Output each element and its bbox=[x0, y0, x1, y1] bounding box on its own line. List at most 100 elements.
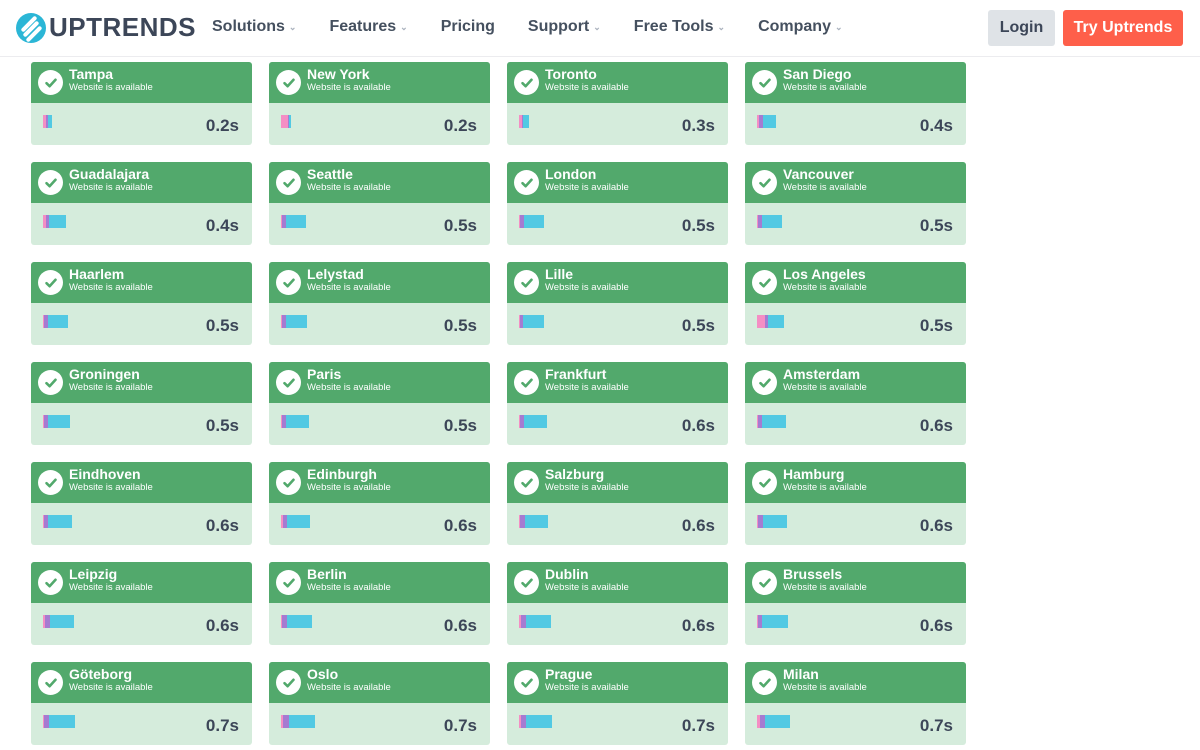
nav-item-label: Solutions bbox=[212, 18, 285, 35]
response-time-bar bbox=[519, 615, 551, 628]
checkpoint-card[interactable]: Seattle Website is available 0.5s bbox=[269, 162, 490, 245]
checkpoint-card[interactable]: Guadalajara Website is available 0.4s bbox=[31, 162, 252, 245]
check-circle-icon bbox=[514, 370, 539, 395]
try-uptrends-button[interactable]: Try Uptrends bbox=[1063, 10, 1183, 46]
checkpoint-card[interactable]: Edinburgh Website is available 0.6s bbox=[269, 462, 490, 545]
bar-segment-download bbox=[523, 315, 544, 328]
checkpoint-city: Paris bbox=[307, 366, 342, 383]
checkpoint-card[interactable]: Amsterdam Website is available 0.6s bbox=[745, 362, 966, 445]
card-body: 0.5s bbox=[745, 203, 966, 245]
bar-segment-dns bbox=[757, 315, 765, 328]
card-body: 0.6s bbox=[507, 503, 728, 545]
check-circle-icon bbox=[752, 570, 777, 595]
brand-logo[interactable]: UPTRENDS bbox=[16, 12, 196, 43]
checkpoint-card[interactable]: Groningen Website is available 0.5s bbox=[31, 362, 252, 445]
card-header: Eindhoven Website is available bbox=[31, 462, 252, 503]
checkpoint-card[interactable]: Salzburg Website is available 0.6s bbox=[507, 462, 728, 545]
card-title-block: New York Website is available bbox=[307, 67, 391, 93]
checkpoint-card[interactable]: Haarlem Website is available 0.5s bbox=[31, 262, 252, 345]
checkpoint-card[interactable]: Toronto Website is available 0.3s bbox=[507, 62, 728, 145]
checkpoint-card[interactable]: Tampa Website is available 0.2s bbox=[31, 62, 252, 145]
card-body: 0.6s bbox=[745, 503, 966, 545]
checkpoint-card[interactable]: Vancouver Website is available 0.5s bbox=[745, 162, 966, 245]
checkpoint-status: Website is available bbox=[545, 82, 629, 94]
checkpoint-card[interactable]: Berlin Website is available 0.6s bbox=[269, 562, 490, 645]
check-circle-icon bbox=[276, 670, 301, 695]
card-title-block: Amsterdam Website is available bbox=[783, 367, 867, 393]
checkpoint-card[interactable]: Prague Website is available 0.7s bbox=[507, 662, 728, 745]
card-header: Göteborg Website is available bbox=[31, 662, 252, 703]
nav-item-features[interactable]: Features ⌄ bbox=[329, 18, 407, 36]
checkpoint-card[interactable]: Oslo Website is available 0.7s bbox=[269, 662, 490, 745]
response-time: 0.6s bbox=[205, 516, 239, 535]
card-title-block: Frankfurt Website is available bbox=[545, 367, 629, 393]
checkpoint-card[interactable]: San Diego Website is available 0.4s bbox=[745, 62, 966, 145]
card-title-block: Milan Website is available bbox=[783, 667, 867, 693]
card-header: Amsterdam Website is available bbox=[745, 362, 966, 403]
nav-item-pricing[interactable]: Pricing bbox=[441, 18, 495, 36]
response-time: 0.5s bbox=[681, 216, 715, 235]
checkpoint-status: Website is available bbox=[69, 282, 153, 294]
checkpoint-card[interactable]: Los Angeles Website is available 0.5s bbox=[745, 262, 966, 345]
card-header: Edinburgh Website is available bbox=[269, 462, 490, 503]
checkpoint-status: Website is available bbox=[307, 382, 391, 394]
card-body: 0.7s bbox=[31, 703, 252, 745]
checkpoint-status: Website is available bbox=[545, 382, 629, 394]
bar-segment-download bbox=[526, 615, 551, 628]
check-circle-icon bbox=[276, 270, 301, 295]
checkpoint-grid: Tampa Website is available 0.2s New York… bbox=[31, 62, 966, 745]
bar-segment-download bbox=[763, 515, 787, 528]
nav-item-company[interactable]: Company ⌄ bbox=[758, 18, 842, 36]
nav-item-free-tools[interactable]: Free Tools ⌄ bbox=[634, 18, 725, 36]
response-time: 0.2s bbox=[205, 116, 239, 135]
bar-segment-download bbox=[48, 415, 70, 428]
response-time-bar bbox=[519, 415, 547, 428]
response-time-bar bbox=[757, 315, 784, 328]
card-header: New York Website is available bbox=[269, 62, 490, 103]
card-body: 0.6s bbox=[269, 503, 490, 545]
card-header: Leipzig Website is available bbox=[31, 562, 252, 603]
card-body: 0.7s bbox=[507, 703, 728, 745]
checkpoint-card[interactable]: Göteborg Website is available 0.7s bbox=[31, 662, 252, 745]
card-title-block: Tampa Website is available bbox=[69, 67, 153, 93]
response-time: 0.6s bbox=[681, 416, 715, 435]
card-header: Frankfurt Website is available bbox=[507, 362, 728, 403]
checkpoint-card[interactable]: New York Website is available 0.2s bbox=[269, 62, 490, 145]
card-header: Vancouver Website is available bbox=[745, 162, 966, 203]
checkpoint-card[interactable]: Dublin Website is available 0.6s bbox=[507, 562, 728, 645]
checkpoint-status: Website is available bbox=[783, 282, 867, 294]
checkpoint-card[interactable]: Leipzig Website is available 0.6s bbox=[31, 562, 252, 645]
card-body: 0.5s bbox=[507, 203, 728, 245]
bar-segment-download bbox=[523, 115, 529, 128]
nav-item-solutions[interactable]: Solutions ⌄ bbox=[212, 18, 296, 36]
card-body: 0.7s bbox=[269, 703, 490, 745]
checkpoint-card[interactable]: Hamburg Website is available 0.6s bbox=[745, 462, 966, 545]
response-time-bar bbox=[519, 515, 548, 528]
nav-item-support[interactable]: Support ⌄ bbox=[528, 18, 601, 36]
response-time-bar bbox=[43, 115, 52, 128]
login-button[interactable]: Login bbox=[988, 10, 1055, 46]
checkpoint-city: Tampa bbox=[69, 66, 114, 83]
response-time: 0.5s bbox=[443, 316, 477, 335]
checkpoint-card[interactable]: Brussels Website is available 0.6s bbox=[745, 562, 966, 645]
check-circle-icon bbox=[276, 470, 301, 495]
checkpoint-city: Brussels bbox=[783, 566, 843, 583]
checkpoint-status: Website is available bbox=[307, 582, 391, 594]
bar-segment-download bbox=[526, 715, 552, 728]
response-time: 0.7s bbox=[919, 716, 953, 735]
checkpoint-card[interactable]: Frankfurt Website is available 0.6s bbox=[507, 362, 728, 445]
checkpoint-card[interactable]: Paris Website is available 0.5s bbox=[269, 362, 490, 445]
bar-segment-download bbox=[286, 415, 309, 428]
checkpoint-card[interactable]: Milan Website is available 0.7s bbox=[745, 662, 966, 745]
card-header: Guadalajara Website is available bbox=[31, 162, 252, 203]
card-header: Haarlem Website is available bbox=[31, 262, 252, 303]
checkpoint-card[interactable]: Eindhoven Website is available 0.6s bbox=[31, 462, 252, 545]
bar-segment-dns bbox=[281, 115, 288, 128]
checkpoint-card[interactable]: Lille Website is available 0.5s bbox=[507, 262, 728, 345]
response-time-bar bbox=[43, 515, 72, 528]
checkpoint-card[interactable]: Lelystad Website is available 0.5s bbox=[269, 262, 490, 345]
bar-segment-download bbox=[286, 215, 306, 228]
checkpoint-card[interactable]: London Website is available 0.5s bbox=[507, 162, 728, 245]
checkpoint-city: Guadalajara bbox=[69, 166, 150, 183]
response-time: 0.5s bbox=[443, 416, 477, 435]
